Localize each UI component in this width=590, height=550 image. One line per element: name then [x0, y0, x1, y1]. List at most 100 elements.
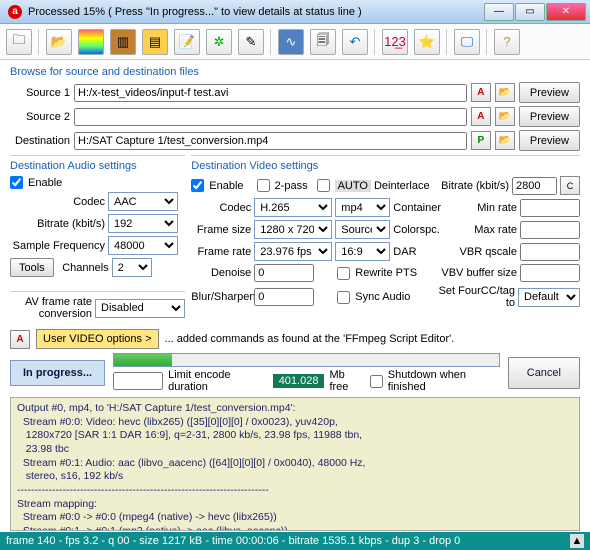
avconv-label: AV frame rate conversion — [10, 296, 92, 320]
clip-icon[interactable]: ▥ — [110, 29, 136, 55]
dest-p-button[interactable]: P — [471, 131, 491, 150]
shutdown-label: Shutdown when finished — [388, 369, 500, 393]
source2-browse-button[interactable]: 📂 — [495, 107, 515, 126]
audio-title: Destination Audio settings — [10, 160, 185, 172]
status-text: frame 140 - fps 3.2 - q 00 - size 1217 k… — [6, 535, 460, 547]
audio-freq-label: Sample Frequency — [10, 240, 105, 252]
shutdown-checkbox[interactable]: Shutdown when finished — [370, 369, 500, 393]
deinterlace-label: Deinterlace — [374, 180, 430, 192]
dest-label: Destination — [10, 135, 70, 147]
source2-preview-button[interactable]: Preview — [519, 106, 580, 127]
vbr-qscale-label: VBR qscale — [447, 246, 517, 258]
video-bitrate-input[interactable] — [512, 177, 557, 195]
rewrite-pts-checkbox[interactable]: Rewrite PTS — [337, 267, 417, 280]
minimize-button[interactable]: — — [484, 3, 514, 21]
audio-codec-select[interactable]: AAC — [108, 192, 178, 211]
video-title: Destination Video settings — [191, 160, 580, 172]
audio-enable-label: Enable — [28, 177, 62, 189]
colorspc-select[interactable]: Source — [335, 220, 390, 239]
frame-size-select[interactable]: 1280 x 720 — [254, 220, 332, 239]
rewrite-pts-label: Rewrite PTS — [355, 267, 417, 279]
dest-browse-button[interactable]: 📂 — [495, 131, 515, 150]
aspect-select[interactable]: 16:9 — [335, 242, 390, 261]
audio-bitrate-label: Bitrate (kbit/s) — [10, 218, 105, 230]
video-container-select[interactable]: mp4 — [335, 198, 390, 217]
source2-label: Source 2 — [10, 111, 70, 123]
source1-input[interactable] — [74, 84, 467, 102]
tray-icon[interactable]: 🗐 — [310, 29, 336, 55]
log-output[interactable]: Output #0, mp4, to 'H:/SAT Capture 1/tes… — [10, 397, 580, 531]
source2-input[interactable] — [74, 108, 467, 126]
folder-icon[interactable]: 📂 — [46, 29, 72, 55]
min-rate-input[interactable] — [520, 199, 580, 217]
help-icon[interactable]: ? — [494, 29, 520, 55]
titlebar: a Processed 15% ( Press "In progress..."… — [0, 0, 590, 24]
dest-input[interactable] — [74, 132, 467, 150]
options-badge-label: User VIDEO options > — [43, 333, 152, 345]
window-controls: — ▭ ✕ — [483, 3, 586, 21]
colorspc-label: Colorspc. — [393, 224, 439, 236]
monitor-icon[interactable]: 🖵 — [454, 29, 480, 55]
star-icon[interactable]: ⭐ — [414, 29, 440, 55]
edit-icon[interactable]: ✎ — [238, 29, 264, 55]
max-rate-label: Max rate — [447, 224, 517, 236]
avconv-select[interactable]: Disabled — [95, 299, 185, 318]
dar-label: DAR — [393, 246, 416, 258]
progress-fill — [114, 354, 172, 366]
film-icon[interactable] — [78, 29, 104, 55]
video-enable-label: Enable — [209, 180, 243, 192]
limit-duration-label: Limit encode duration — [168, 369, 268, 393]
flower-icon[interactable]: ✲ — [206, 29, 232, 55]
vbr-qscale-input[interactable] — [520, 243, 580, 261]
status-bar: frame 140 - fps 3.2 - q 00 - size 1217 k… — [0, 532, 590, 550]
denoise-input[interactable] — [254, 264, 314, 282]
frame-rate-label: Frame rate — [191, 246, 251, 258]
undo-icon[interactable]: ↶ — [342, 29, 368, 55]
sync-audio-checkbox[interactable]: Sync Audio — [337, 291, 410, 304]
source1-label: Source 1 — [10, 87, 70, 99]
reel-icon[interactable]: ▤ — [142, 29, 168, 55]
audio-enable-checkbox[interactable]: Enable — [10, 176, 62, 189]
video-codec-label: Codec — [191, 202, 251, 214]
max-rate-input[interactable] — [520, 221, 580, 239]
status-up-arrow-icon[interactable]: ▲ — [570, 534, 584, 548]
in-progress-button[interactable]: In progress... — [10, 360, 105, 386]
dest-preview-button[interactable]: Preview — [519, 130, 580, 151]
source1-preview-button[interactable]: Preview — [519, 82, 580, 103]
numbers-icon[interactable]: 12̲3 — [382, 29, 408, 55]
limit-duration-input[interactable] — [113, 372, 163, 390]
audio-tools-button[interactable]: Tools — [10, 258, 54, 277]
progress-bar — [113, 353, 500, 367]
cancel-button[interactable]: Cancel — [508, 357, 580, 389]
frame-rate-select[interactable]: 23.976 fps — [254, 242, 332, 261]
wave-icon[interactable]: ∿ — [278, 29, 304, 55]
frame-size-label: Frame size — [191, 224, 251, 236]
note-icon[interactable]: 📝 — [174, 29, 200, 55]
open-icon[interactable]: 🗀 — [6, 29, 32, 55]
options-a-icon[interactable]: A — [10, 330, 30, 349]
vbv-buffer-input[interactable] — [520, 264, 580, 282]
video-bitrate-label: Bitrate (kbit/s) — [439, 180, 509, 192]
fourcc-select[interactable]: Default — [518, 288, 580, 307]
maximize-button[interactable]: ▭ — [515, 3, 545, 21]
two-pass-checkbox[interactable]: 2-pass — [257, 179, 308, 192]
video-codec-select[interactable]: H.265 — [254, 198, 332, 217]
audio-bitrate-select[interactable]: 192 — [108, 214, 178, 233]
video-enable-checkbox[interactable]: Enable — [191, 179, 243, 192]
source1-browse-button[interactable]: 📂 — [495, 83, 515, 102]
audio-freq-select[interactable]: 48000 — [108, 236, 178, 255]
min-rate-label: Min rate — [447, 202, 517, 214]
user-video-options-badge[interactable]: User VIDEO options > — [36, 329, 159, 349]
auto-label: AUTO — [335, 180, 371, 192]
source2-font-icon[interactable]: A — [471, 107, 491, 126]
toolbar: 🗀 📂 ▥ ▤ 📝 ✲ ✎ ∿ 🗐 ↶ 12̲3 ⭐ 🖵 ? — [0, 24, 590, 60]
blur-input[interactable] — [254, 288, 314, 306]
source1-font-icon[interactable]: A — [471, 83, 491, 102]
auto-checkbox[interactable]: AUTO — [317, 179, 371, 192]
sync-audio-label: Sync Audio — [355, 291, 410, 303]
audio-channels-select[interactable]: 2 — [112, 258, 152, 277]
vbv-buffer-label: VBV buffer size — [432, 267, 517, 279]
audio-codec-label: Codec — [10, 196, 105, 208]
bitrate-clear-button[interactable]: C — [560, 176, 580, 195]
close-button[interactable]: ✕ — [546, 3, 586, 21]
